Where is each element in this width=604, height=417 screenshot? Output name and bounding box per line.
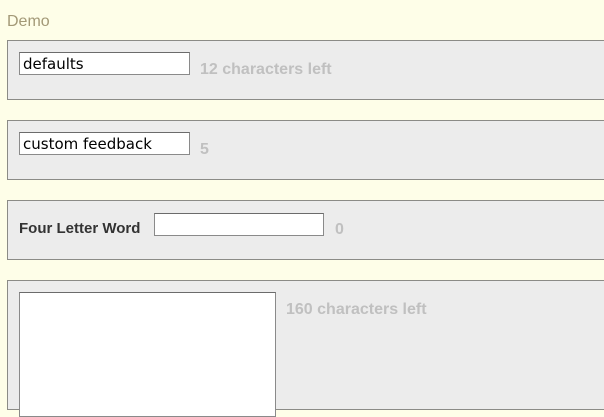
demo-heading: Demo (7, 13, 50, 30)
defaults-input[interactable] (19, 52, 190, 75)
panel-defaults: 12 characters left (7, 40, 604, 100)
defaults-char-counter: 12 characters left (200, 61, 332, 78)
four-letter-word-label: Four Letter Word (19, 220, 141, 237)
message-textarea[interactable] (19, 292, 276, 417)
textarea-char-counter: 160 characters left (286, 301, 427, 318)
panel-custom-feedback: 5 (7, 120, 604, 180)
panel-four-letter-word: Four Letter Word 0 (7, 200, 604, 260)
custom-feedback-input[interactable] (19, 132, 190, 155)
panel-textarea: 160 characters left (7, 280, 604, 417)
four-letter-word-counter: 0 (335, 221, 344, 238)
four-letter-word-input[interactable] (154, 213, 324, 236)
custom-feedback-counter: 5 (200, 141, 209, 158)
